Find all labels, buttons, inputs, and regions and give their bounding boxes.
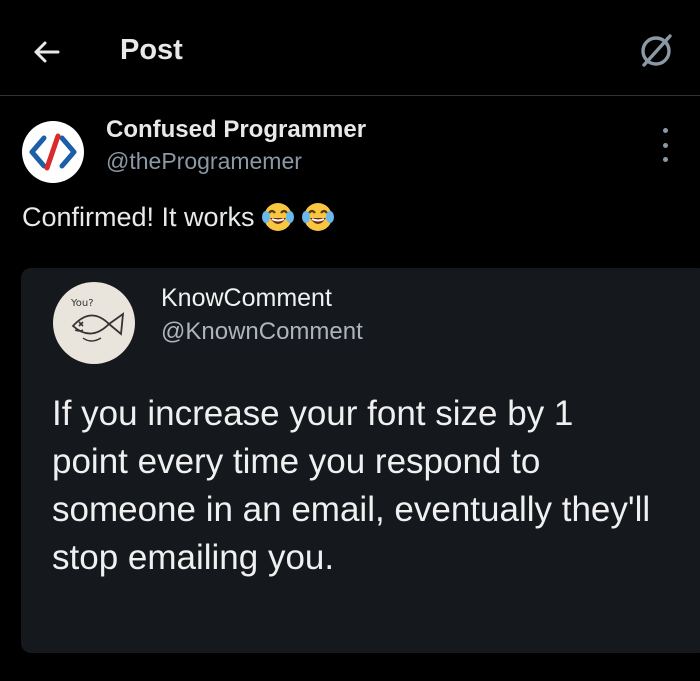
quoted-text: If you increase your font size by 1 poin… bbox=[52, 394, 651, 577]
author-avatar[interactable] bbox=[22, 121, 84, 183]
quoted-name: KnowComment bbox=[161, 284, 332, 312]
quoted-handle: @KnownComment bbox=[161, 318, 363, 345]
grok-button[interactable] bbox=[636, 30, 676, 70]
grok-icon bbox=[641, 34, 672, 67]
post-body: Confirmed! It works bbox=[22, 200, 335, 234]
back-button[interactable] bbox=[28, 34, 64, 70]
more-vertical-icon bbox=[662, 128, 668, 133]
avatar-scribble: You? bbox=[70, 298, 94, 309]
tears-of-joy-emoji-icon bbox=[301, 203, 334, 231]
author-name[interactable]: Confused Programmer bbox=[106, 116, 366, 144]
code-brackets-logo-icon bbox=[29, 133, 77, 171]
top-bar: Post bbox=[0, 0, 700, 96]
attached-image[interactable]: You? KnowComment @KnownComment If you in… bbox=[21, 268, 700, 653]
arrow-left-icon bbox=[34, 41, 60, 63]
page-title: Post bbox=[120, 34, 183, 66]
tears-of-joy-emoji-icon bbox=[261, 203, 294, 231]
fish-doodle-icon: You? bbox=[70, 298, 125, 342]
more-options-button[interactable] bbox=[652, 128, 678, 162]
author-handle[interactable]: @theProgramemer bbox=[106, 148, 302, 175]
post-text: Confirmed! It works bbox=[22, 201, 255, 232]
quoted-avatar: You? bbox=[53, 282, 135, 364]
